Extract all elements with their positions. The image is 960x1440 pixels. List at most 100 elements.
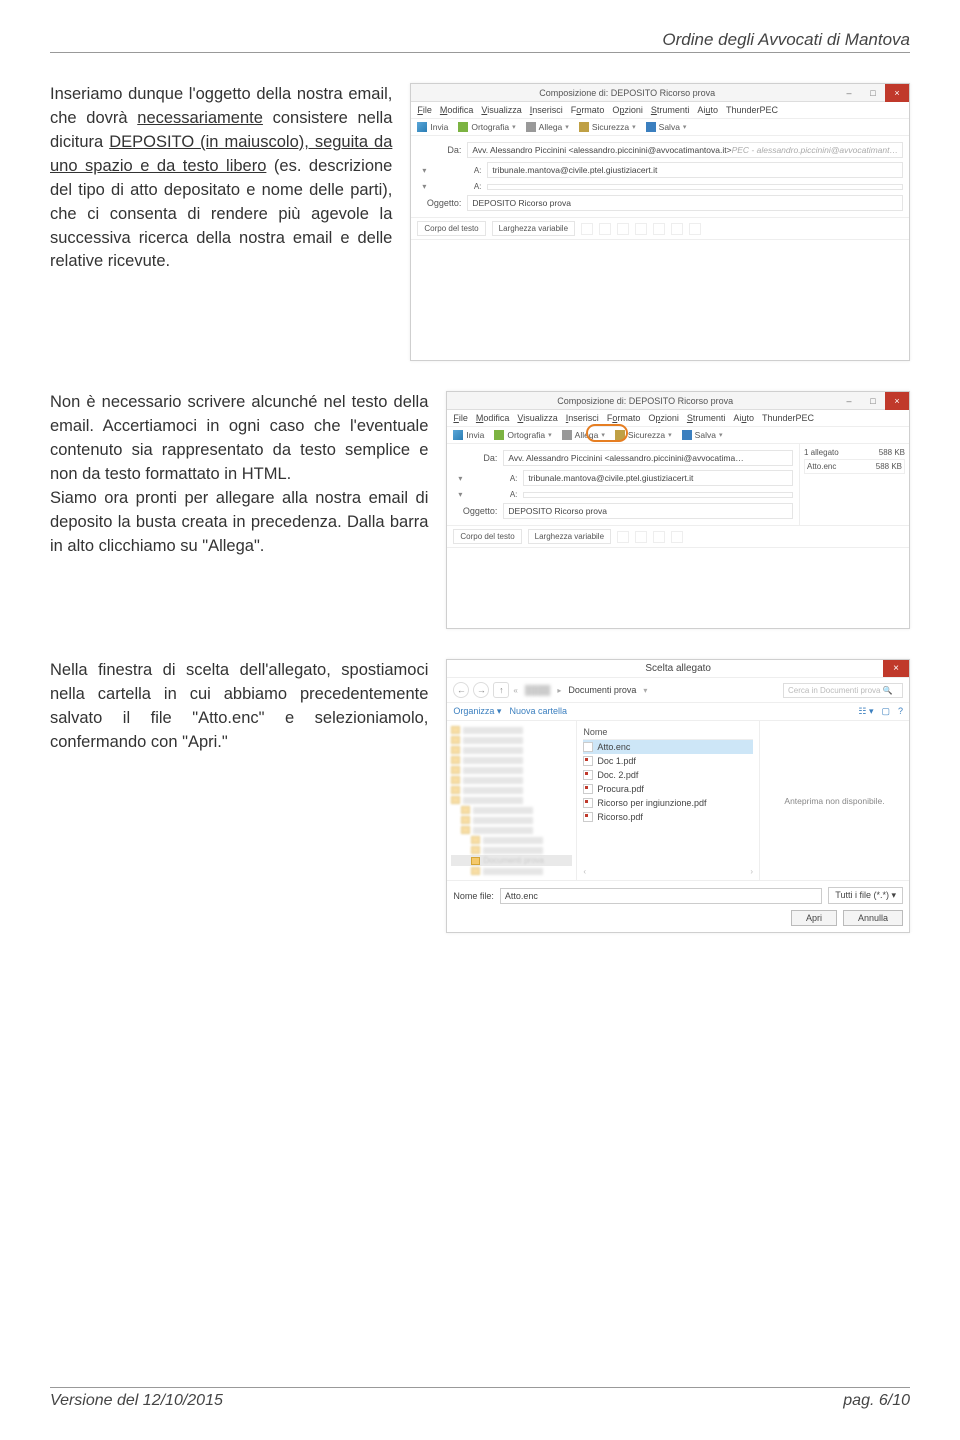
close-icon[interactable]: × bbox=[885, 84, 909, 102]
forward-icon[interactable]: → bbox=[473, 682, 489, 698]
send-button[interactable]: Invia bbox=[417, 122, 448, 132]
minimize-icon[interactable]: – bbox=[837, 392, 861, 410]
spell-button[interactable]: Ortografia▾ bbox=[458, 122, 515, 132]
menu-formato[interactable]: Formato bbox=[607, 413, 641, 423]
menu-strumenti[interactable]: Strumenti bbox=[651, 105, 690, 115]
open-button[interactable]: Apri bbox=[791, 910, 837, 926]
filename-input[interactable]: Atto.enc bbox=[500, 888, 822, 904]
up-icon[interactable]: ↑ bbox=[493, 682, 509, 698]
list-icon[interactable] bbox=[653, 223, 665, 235]
help-icon[interactable]: ? bbox=[898, 706, 903, 717]
send-button[interactable]: Invia bbox=[453, 430, 484, 440]
close-icon[interactable]: × bbox=[883, 660, 909, 677]
attach-panel: 1 allegato588 KB Atto.enc588 KB bbox=[799, 444, 909, 525]
scroll-right-icon[interactable]: › bbox=[750, 867, 753, 876]
close-icon[interactable]: × bbox=[885, 392, 909, 410]
back-icon[interactable]: ← bbox=[453, 682, 469, 698]
format-icon[interactable] bbox=[635, 531, 647, 543]
paragraph-1: Inseriamo dunque l'oggetto della nostra … bbox=[50, 83, 392, 361]
to-field[interactable]: tribunale.mantova@civile.ptel.giustiziac… bbox=[487, 162, 903, 178]
from-field-2[interactable]: Avv. Alessandro Piccinini <alessandro.pi… bbox=[503, 450, 793, 466]
subject-field-2[interactable]: DEPOSITO Ricorso prova bbox=[503, 503, 793, 519]
file-row[interactable]: Doc. 2.pdf bbox=[583, 768, 753, 782]
scroll-left-icon[interactable]: ‹ bbox=[583, 867, 586, 876]
menu-modifica[interactable]: Modifica bbox=[476, 413, 510, 423]
menu-modifica[interactable]: Modifica bbox=[440, 105, 474, 115]
maximize-icon[interactable]: □ bbox=[861, 392, 885, 410]
bold-icon[interactable] bbox=[617, 223, 629, 235]
menu-formato[interactable]: Formato bbox=[571, 105, 605, 115]
filedlg-title: Scelta allegato bbox=[645, 663, 711, 674]
organize-button[interactable]: Organizza ▾ bbox=[453, 706, 501, 717]
compose-body[interactable] bbox=[411, 240, 909, 360]
to2-field-2[interactable] bbox=[523, 492, 793, 498]
file-row[interactable]: Procura.pdf bbox=[583, 782, 753, 796]
attach-count: 1 allegato bbox=[804, 448, 839, 457]
page-footer: Versione del 12/10/2015 pag. 6/10 bbox=[50, 1387, 910, 1410]
menu-strumenti[interactable]: Strumenti bbox=[687, 413, 726, 423]
menu-bar-2[interactable]: File Modifica Visualizza Inserisci Forma… bbox=[447, 410, 909, 427]
format-icon[interactable] bbox=[617, 531, 629, 543]
column-name[interactable]: Nome bbox=[583, 725, 753, 740]
format-icon[interactable] bbox=[671, 531, 683, 543]
breadcrumb-current[interactable]: Documenti prova bbox=[565, 684, 639, 696]
menu-aiuto[interactable]: Aiuto bbox=[733, 413, 754, 423]
body-type-select[interactable]: Corpo del testo bbox=[453, 529, 521, 544]
file-row[interactable]: Ricorso.pdf bbox=[583, 810, 753, 824]
menu-thunderpec[interactable]: ThunderPEC bbox=[726, 105, 778, 115]
menu-thunderpec[interactable]: ThunderPEC bbox=[762, 413, 814, 423]
font-size-increase-icon[interactable] bbox=[599, 223, 611, 235]
file-filter-select[interactable]: Tutti i file (*.*) ▾ bbox=[828, 887, 903, 904]
menu-file[interactable]: File bbox=[417, 105, 432, 115]
file-row[interactable]: Ricorso per ingiunzione.pdf bbox=[583, 796, 753, 810]
menu-visualizza[interactable]: Visualizza bbox=[481, 105, 521, 115]
view-icon[interactable]: ☷ ▾ bbox=[858, 706, 873, 717]
menu-inserisci[interactable]: Inserisci bbox=[566, 413, 599, 423]
search-input[interactable]: Cerca in Documenti prova 🔍 bbox=[783, 683, 903, 698]
width-select[interactable]: Larghezza variabile bbox=[492, 221, 575, 236]
to-dropdown-icon[interactable]: ▾ bbox=[417, 166, 431, 175]
minimize-icon[interactable]: – bbox=[837, 84, 861, 102]
folder-tree[interactable]: Documenti prova bbox=[447, 721, 577, 880]
save-button[interactable]: Salva▾ bbox=[682, 430, 723, 440]
maximize-icon[interactable]: □ bbox=[861, 84, 885, 102]
to2-dropdown-icon[interactable]: ▾ bbox=[453, 490, 467, 499]
menu-opzioni[interactable]: Opzioni bbox=[612, 105, 643, 115]
body-type-select[interactable]: Corpo del testo bbox=[417, 221, 485, 236]
indent-icon[interactable] bbox=[671, 223, 683, 235]
file-row-selected[interactable]: Atto.enc bbox=[583, 740, 753, 754]
preview-pane-icon[interactable]: ▢ bbox=[881, 706, 890, 717]
to-dropdown-icon[interactable]: ▾ bbox=[453, 474, 467, 483]
to2-label: A: bbox=[473, 490, 517, 499]
menu-inserisci[interactable]: Inserisci bbox=[530, 105, 563, 115]
to2-dropdown-icon[interactable]: ▾ bbox=[417, 182, 431, 191]
compose-body-2[interactable] bbox=[447, 548, 909, 628]
format-icon[interactable] bbox=[653, 531, 665, 543]
to-field-2[interactable]: tribunale.mantova@civile.ptel.giustiziac… bbox=[523, 470, 793, 486]
menu-aiuto[interactable]: Aiuto bbox=[697, 105, 718, 115]
attach-item-name[interactable]: Atto.enc bbox=[807, 462, 836, 471]
align-icon[interactable] bbox=[689, 223, 701, 235]
security-button[interactable]: Sicurezza▾ bbox=[579, 122, 636, 132]
new-folder-button[interactable]: Nuova cartella bbox=[509, 706, 567, 717]
menu-file[interactable]: File bbox=[453, 413, 468, 423]
subject-field[interactable]: DEPOSITO Ricorso prova bbox=[467, 195, 903, 211]
menu-bar[interactable]: File Modifica Visualizza Inserisci Forma… bbox=[411, 102, 909, 119]
from-field[interactable]: Avv. Alessandro Piccinini <alessandro.pi… bbox=[467, 142, 903, 158]
to2-field[interactable] bbox=[487, 184, 903, 190]
attach-button[interactable]: Allega▾ bbox=[526, 122, 569, 132]
menu-opzioni[interactable]: Opzioni bbox=[648, 413, 679, 423]
file-list: Nome Atto.enc Doc 1.pdf Doc. 2.pdf Procu… bbox=[577, 721, 759, 880]
font-size-decrease-icon[interactable] bbox=[581, 223, 593, 235]
italic-icon[interactable] bbox=[635, 223, 647, 235]
file-row[interactable]: Doc 1.pdf bbox=[583, 754, 753, 768]
attach-highlight-ring bbox=[586, 424, 628, 442]
cancel-button[interactable]: Annulla bbox=[843, 910, 903, 926]
menu-visualizza[interactable]: Visualizza bbox=[517, 413, 557, 423]
from-label: Da: bbox=[453, 453, 497, 463]
width-select[interactable]: Larghezza variabile bbox=[528, 529, 611, 544]
save-button[interactable]: Salva▾ bbox=[646, 122, 687, 132]
to2-label: A: bbox=[437, 182, 481, 191]
titlebar-2: Composizione di: DEPOSITO Ricorso prova … bbox=[447, 392, 909, 410]
spell-button[interactable]: Ortografia▾ bbox=[494, 430, 551, 440]
